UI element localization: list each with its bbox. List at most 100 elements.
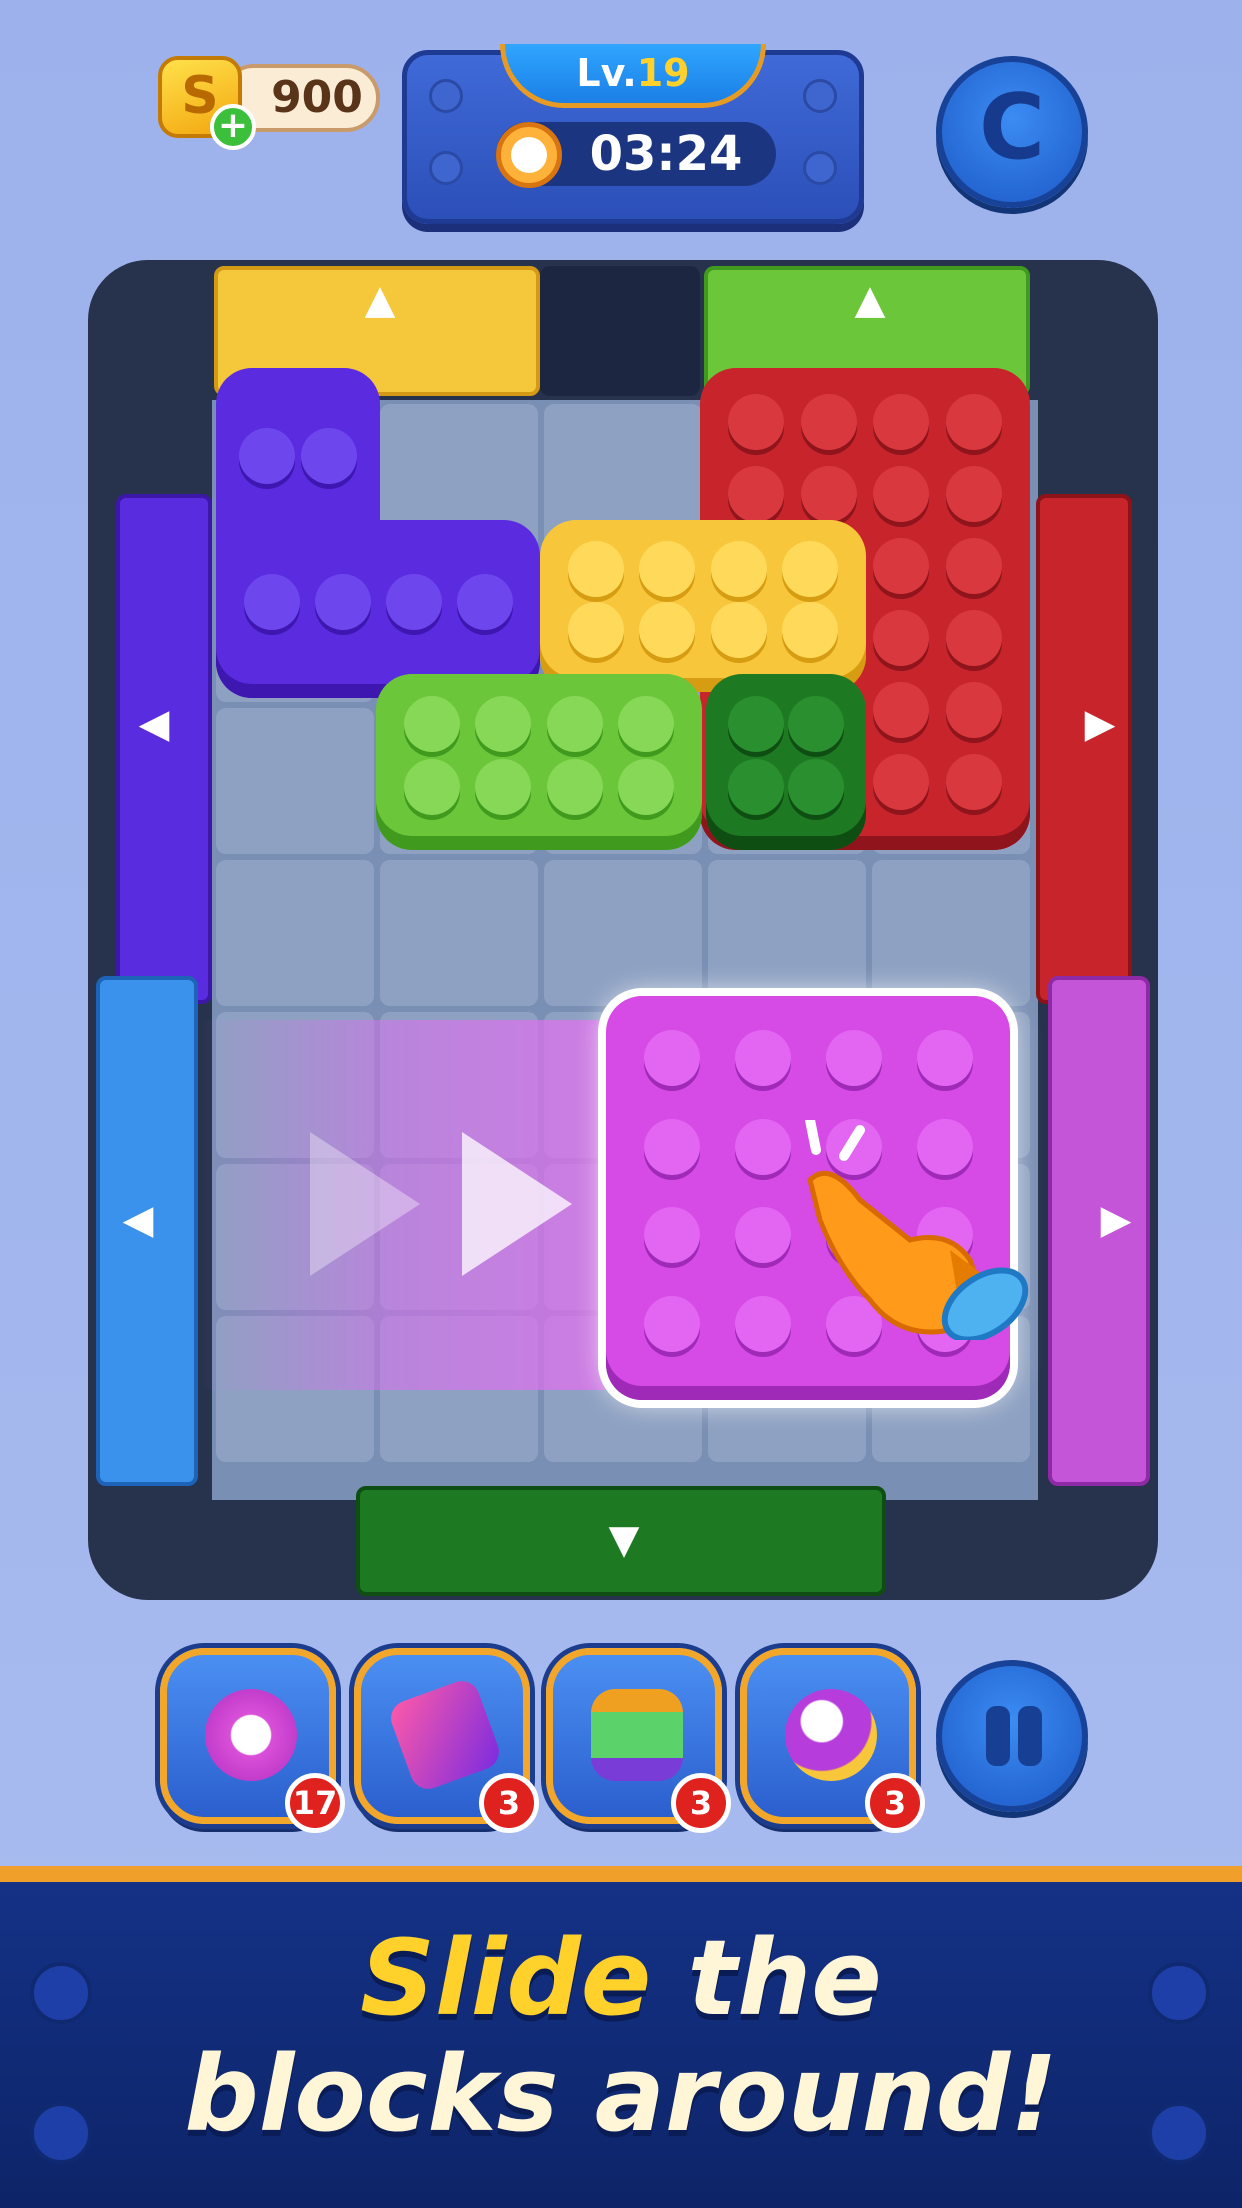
green-block[interactable] xyxy=(376,674,702,850)
stud xyxy=(567,540,624,597)
purple-block-bottom[interactable] xyxy=(216,520,540,698)
vacuum-icon xyxy=(591,1689,683,1781)
level-number: 19 xyxy=(636,51,690,95)
stud xyxy=(728,758,784,815)
booster-hammer[interactable]: 3 xyxy=(354,1648,539,1833)
stud xyxy=(385,574,442,630)
stud xyxy=(916,1030,973,1087)
stud xyxy=(728,695,784,752)
stud xyxy=(873,538,930,594)
booster-count: 3 xyxy=(479,1773,539,1833)
rivet-icon xyxy=(429,79,463,113)
stud xyxy=(873,394,930,450)
grid-cell xyxy=(544,860,702,1006)
wall-gap xyxy=(540,266,700,396)
booster-rocket[interactable]: 3 xyxy=(740,1648,925,1833)
coin-value: 900 xyxy=(271,72,363,123)
stud xyxy=(782,601,839,658)
rocket-icon xyxy=(785,1689,877,1781)
pause-icon xyxy=(1018,1706,1042,1766)
arrow-up-icon: ▲ xyxy=(854,277,886,323)
add-coins-button[interactable]: + xyxy=(210,104,256,150)
stud xyxy=(567,601,624,658)
booster-count: 17 xyxy=(285,1773,345,1833)
purple-wall[interactable]: ◀ xyxy=(116,494,212,1004)
hammer-icon xyxy=(386,1676,504,1794)
yellow-block[interactable] xyxy=(540,520,866,692)
stud xyxy=(639,601,696,658)
magenta-wall[interactable]: ▶ xyxy=(1048,976,1150,1486)
arrow-right-icon: ▶ xyxy=(1084,701,1116,747)
restart-button[interactable]: C xyxy=(936,56,1088,208)
stud xyxy=(710,540,767,597)
stud xyxy=(873,466,930,522)
stud xyxy=(800,466,857,522)
stud xyxy=(643,1118,700,1175)
stud xyxy=(403,758,460,815)
alarm-clock-icon xyxy=(205,1689,297,1781)
arrow-left-icon: ◀ xyxy=(122,1197,154,1243)
clock-icon xyxy=(496,122,562,188)
stud xyxy=(873,610,930,666)
stud xyxy=(945,538,1002,594)
swipe-trail xyxy=(200,1020,630,1390)
tutorial-headline: Slide the blocks around! xyxy=(0,1920,1242,2152)
stud xyxy=(301,428,357,484)
stud xyxy=(314,574,371,630)
stud xyxy=(728,394,785,450)
stud xyxy=(618,758,675,815)
headline-line1: the xyxy=(651,1917,882,2039)
stud xyxy=(945,682,1002,738)
pause-icon xyxy=(986,1706,1010,1766)
stud xyxy=(945,394,1002,450)
arrow-down-icon: ▼ xyxy=(608,1517,640,1563)
arrow-up-icon: ▲ xyxy=(364,277,396,323)
stud xyxy=(546,695,603,752)
stud xyxy=(825,1030,882,1087)
stud xyxy=(639,540,696,597)
rivet-icon xyxy=(803,151,837,185)
stud xyxy=(873,754,930,810)
stud xyxy=(475,758,532,815)
red-wall[interactable]: ▶ xyxy=(1036,494,1132,1004)
blue-wall[interactable]: ◀ xyxy=(96,976,198,1486)
stud xyxy=(788,695,844,752)
stud xyxy=(800,394,857,450)
stud xyxy=(243,574,300,630)
stud xyxy=(734,1207,791,1264)
stud xyxy=(239,428,295,484)
stud xyxy=(782,540,839,597)
stud xyxy=(734,1295,791,1352)
rivet-icon xyxy=(803,79,837,113)
booster-vacuum[interactable]: 3 xyxy=(546,1648,731,1833)
booster-count: 3 xyxy=(671,1773,731,1833)
stud xyxy=(710,601,767,658)
stud xyxy=(643,1030,700,1087)
stud xyxy=(945,754,1002,810)
stud xyxy=(456,574,513,630)
arrow-right-icon: ▶ xyxy=(1100,1197,1132,1243)
stud xyxy=(643,1207,700,1264)
dark-green-wall[interactable]: ▼ xyxy=(356,1486,886,1596)
stud xyxy=(734,1118,791,1175)
booster-alarm-clock[interactable]: 17 xyxy=(160,1648,345,1833)
stud xyxy=(546,758,603,815)
stud xyxy=(728,466,785,522)
stud xyxy=(475,695,532,752)
timer-value: 03:24 xyxy=(589,126,743,182)
dark-green-block[interactable] xyxy=(706,674,866,850)
grid-cell xyxy=(872,860,1030,1006)
arrow-left-icon: ◀ xyxy=(138,701,170,747)
grid-cell xyxy=(216,860,374,1006)
arrow-right-icon xyxy=(462,1132,572,1276)
stud xyxy=(618,695,675,752)
arrow-right-icon xyxy=(310,1132,420,1276)
banner-stripe xyxy=(0,1866,1242,1882)
level-label: Lv.19 xyxy=(500,48,766,98)
stud xyxy=(873,682,930,738)
pause-button[interactable] xyxy=(936,1660,1088,1812)
tap-hand-icon xyxy=(805,1120,1029,1340)
grid-cell xyxy=(216,708,374,854)
stud xyxy=(788,758,844,815)
grid-cell xyxy=(708,860,866,1006)
